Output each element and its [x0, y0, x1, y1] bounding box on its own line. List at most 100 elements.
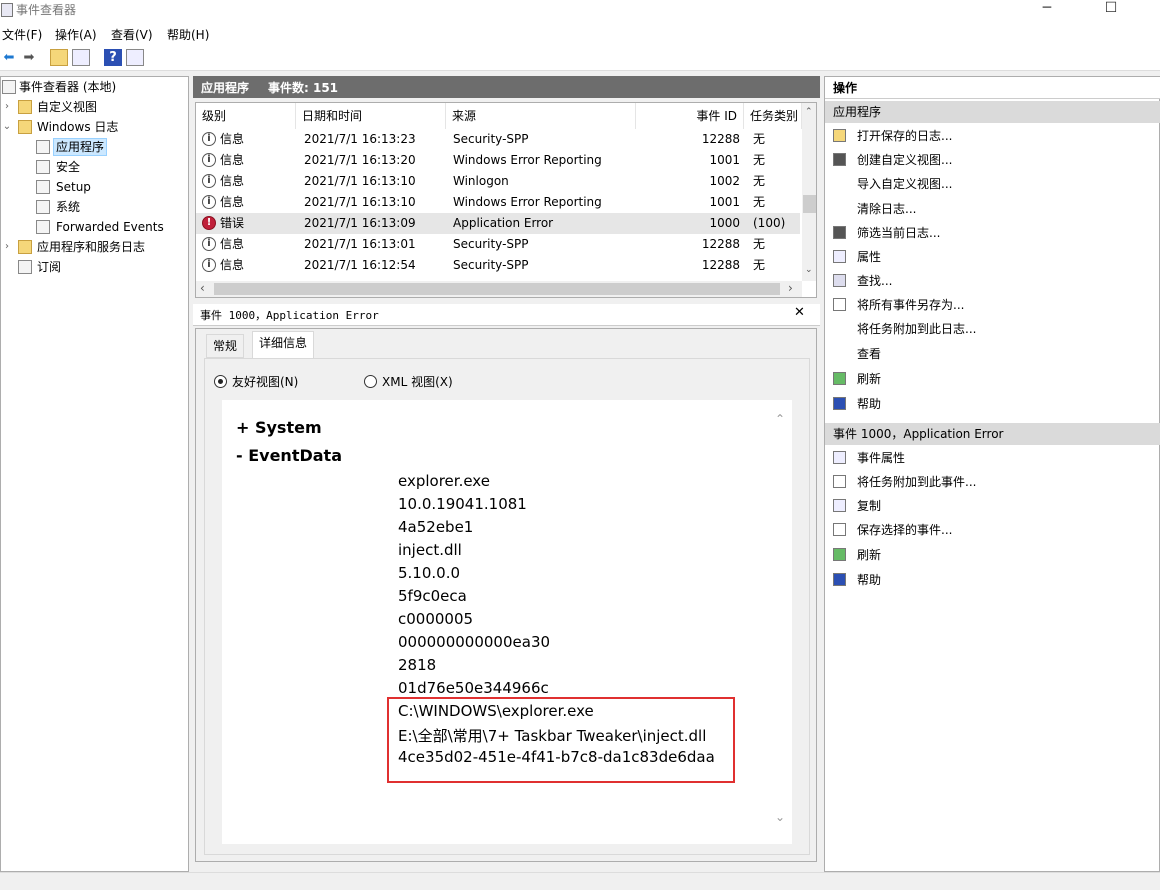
chevron-right-icon[interactable]: › [1, 237, 13, 257]
row-datetime: 2021/7/1 16:13:01 [304, 237, 416, 251]
action-item[interactable]: 帮助 [825, 568, 1160, 592]
menu-help[interactable]: 帮助(H) [167, 26, 209, 43]
scroll-left-icon[interactable]: ‹ [200, 281, 205, 295]
action-item[interactable]: 保存选择的事件... [825, 518, 1160, 542]
event-data-value: 4a52ebe1 [398, 518, 474, 536]
action-item[interactable]: 创建自定义视图... [825, 148, 1160, 172]
action-item[interactable]: 刷新 [825, 543, 1160, 567]
help-icon [833, 573, 846, 586]
action-item[interactable]: 将所有事件另存为... [825, 293, 1160, 317]
action-item[interactable]: 帮助 [825, 392, 1160, 416]
action-item[interactable]: 导入自定义视图... [825, 172, 1160, 196]
info-icon: i [202, 258, 216, 272]
row-source: Security-SPP [453, 132, 529, 146]
radio-xml-view[interactable]: XML 视图(X) [364, 373, 453, 390]
row-event-id: 1000 [709, 216, 740, 230]
table-row[interactable]: i 信息 2021/7/1 16:13:10 Winlogon 1002 无 [196, 171, 800, 192]
save-icon [833, 523, 846, 536]
tab-general[interactable]: 常规 [206, 334, 245, 358]
table-row[interactable]: i 信息 2021/7/1 16:13:10 Windows Error Report… [196, 192, 800, 213]
action-item[interactable]: 筛选当前日志... [825, 221, 1160, 245]
tree-item-label: 安全 [56, 160, 81, 174]
row-level: 信息 [220, 195, 245, 209]
event-detail-header: 事件 1000，Application Error ✕ [193, 304, 820, 326]
system-section-toggle[interactable]: + System [236, 418, 322, 437]
tree-item-label: 应用程序和服务日志 [37, 240, 146, 254]
scroll-up-icon[interactable]: ⌃ [775, 412, 785, 426]
action-item[interactable]: 刷新 [825, 367, 1160, 391]
column-header-level[interactable]: 级别 [196, 103, 296, 129]
action-item[interactable]: 属性 [825, 245, 1160, 269]
actions-section-event[interactable]: 事件 1000，Application Error [825, 423, 1160, 445]
row-event-id: 1001 [709, 153, 740, 167]
table-row[interactable]: ! 错误 2021/7/1 16:13:09 Application Error 100… [196, 213, 800, 234]
log-header: 应用程序 事件数: 151 [193, 76, 820, 98]
back-arrow-icon[interactable]: ⬅ [0, 49, 18, 66]
chevron-down-icon[interactable]: ⌄ [1, 117, 13, 137]
close-window-button[interactable] [1130, 0, 1160, 22]
menu-bar: 文件(F) 操作(A) 查看(V) 帮助(H) [0, 22, 1160, 44]
eventdata-section-toggle[interactable]: - EventData [236, 446, 342, 465]
help-icon[interactable]: ? [104, 49, 122, 66]
list-horizontal-scrollbar[interactable]: ‹ › [196, 281, 802, 297]
close-detail-icon[interactable]: ✕ [794, 305, 805, 320]
scroll-thumb[interactable] [803, 195, 816, 213]
table-row[interactable]: i 信息 2021/7/1 16:13:23 Security-SPP 12288 无 [196, 129, 800, 150]
tab-details[interactable]: 详细信息 [252, 331, 315, 358]
row-level: 信息 [220, 174, 245, 188]
tree-item-label: Setup [56, 180, 91, 194]
row-event-id: 1001 [709, 195, 740, 209]
folder-up-icon[interactable] [50, 49, 68, 66]
action-item[interactable]: 将任务附加到此日志... [825, 317, 1160, 341]
action-label: 查看 [857, 347, 882, 361]
minimize-button[interactable]: ─ [1024, 0, 1070, 22]
action-label: 保存选择的事件... [857, 523, 953, 537]
highlight-box [387, 697, 735, 783]
column-header-event-id[interactable]: 事件 ID [636, 103, 744, 129]
column-header-task[interactable]: 任务类别 [744, 103, 802, 129]
table-row[interactable]: i 信息 2021/7/1 16:13:01 Security-SPP 12288 无 [196, 234, 800, 255]
row-datetime: 2021/7/1 16:13:09 [304, 216, 416, 230]
event-data-value: 000000000000ea30 [398, 633, 551, 651]
action-item[interactable]: 复制 [825, 494, 1160, 518]
action-label: 创建自定义视图... [857, 153, 953, 167]
refresh-icon [833, 548, 846, 561]
action-item[interactable]: 查找... [825, 269, 1160, 293]
chevron-right-icon[interactable]: › [1, 97, 13, 117]
action-item[interactable]: 事件属性 [825, 446, 1160, 470]
action-item[interactable]: 将任务附加到此事件... [825, 470, 1160, 494]
scroll-down-icon[interactable]: ⌄ [805, 265, 813, 275]
copy-icon [833, 499, 846, 512]
help-icon [833, 397, 846, 410]
column-header-source[interactable]: 来源 [446, 103, 636, 129]
column-header-datetime[interactable]: 日期和时间 [296, 103, 446, 129]
scroll-thumb[interactable] [214, 283, 780, 295]
menu-file[interactable]: 文件(F) [2, 26, 42, 43]
event-data-value: 5.10.0.0 [398, 564, 461, 582]
action-item[interactable]: 打开保存的日志... [825, 124, 1160, 148]
event-data-value: explorer.exe [398, 472, 490, 490]
action-item[interactable]: 清除日志... [825, 197, 1160, 221]
action-item[interactable]: 查看 [825, 342, 1160, 366]
action-label: 导入自定义视图... [857, 177, 953, 191]
scroll-down-icon[interactable]: ⌄ [775, 810, 785, 824]
menu-action[interactable]: 操作(A) [55, 26, 97, 43]
scroll-right-icon[interactable]: › [788, 281, 793, 295]
forward-arrow-icon[interactable]: ➡ [20, 49, 38, 66]
table-row[interactable]: i 信息 2021/7/1 16:12:54 Security-SPP 12288 无 [196, 255, 800, 276]
maximize-button[interactable]: ☐ [1088, 0, 1134, 22]
menu-view[interactable]: 查看(V) [111, 26, 153, 43]
action-label: 将所有事件另存为... [857, 298, 965, 312]
row-level: 错误 [220, 216, 245, 230]
folder-icon [18, 240, 32, 254]
list-vertical-scrollbar[interactable]: ⌃ ⌄ [802, 103, 816, 281]
tree-item-label: 事件查看器 (本地) [19, 80, 117, 94]
radio-friendly-view[interactable]: 友好视图(N) [214, 373, 298, 390]
row-level: 信息 [220, 153, 245, 167]
scroll-up-icon[interactable]: ⌃ [805, 107, 813, 117]
actions-section-application[interactable]: 应用程序 [825, 101, 1160, 123]
show-tree-icon[interactable] [72, 49, 90, 66]
row-task: 无 [753, 258, 766, 272]
table-row[interactable]: i 信息 2021/7/1 16:13:20 Windows Error Report… [196, 150, 800, 171]
show-action-pane-icon[interactable] [126, 49, 144, 66]
